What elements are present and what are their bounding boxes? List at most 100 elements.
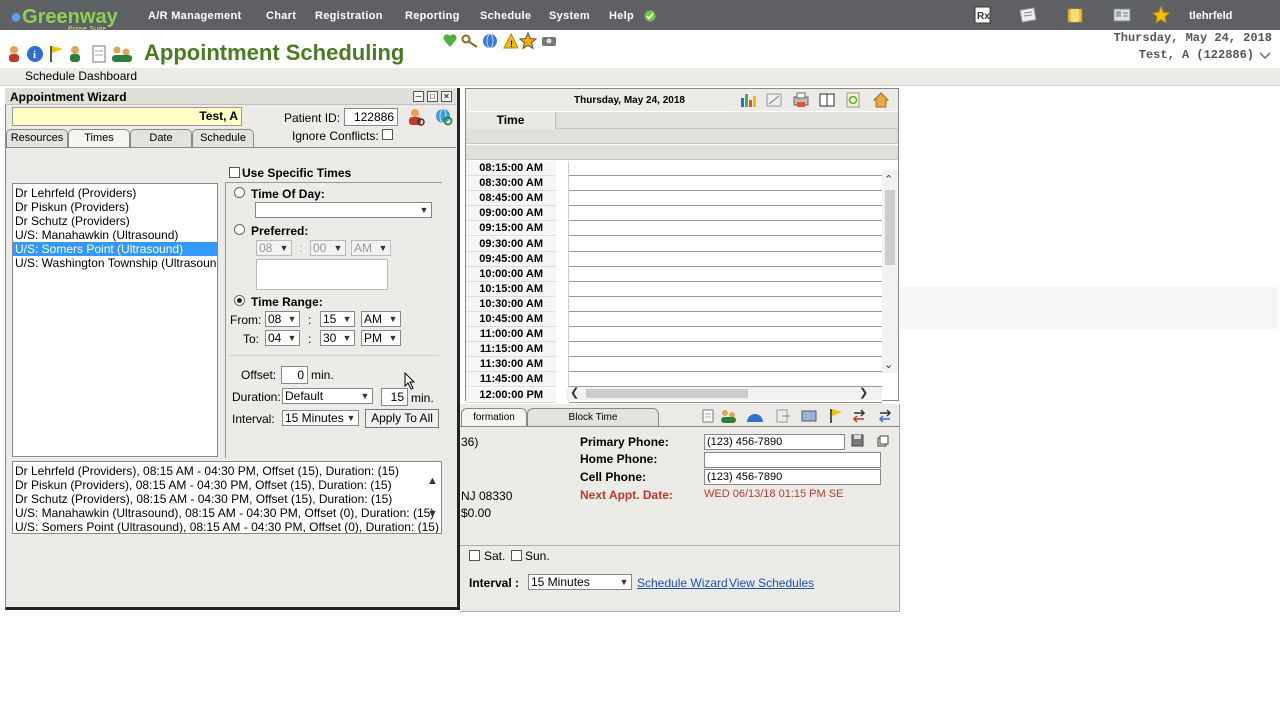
time-slot[interactable] xyxy=(569,191,882,206)
scroll-up-icon[interactable]: ⌃ xyxy=(884,173,893,186)
time-slot[interactable] xyxy=(569,312,882,327)
sunday-checkbox[interactable] xyxy=(511,550,522,561)
lower-interval-select[interactable]: 15 Minutes ▼ xyxy=(528,574,632,590)
menu-system[interactable]: System xyxy=(549,10,590,22)
help-check-icon[interactable] xyxy=(644,10,656,22)
from-hour-select[interactable]: 08 ▼ xyxy=(265,311,300,327)
popout-icon[interactable] xyxy=(877,435,889,447)
list-item[interactable]: Dr Piskun (Providers) xyxy=(15,200,129,214)
interval-select[interactable]: 15 Minutes ▼ xyxy=(282,410,359,426)
menu-help[interactable]: Help xyxy=(609,10,634,22)
menu-schedule[interactable]: Schedule xyxy=(480,10,531,22)
to-minute-select[interactable]: 30 ▼ xyxy=(320,330,355,346)
list-item-selected[interactable]: U/S: Somers Point (Ultrasound) xyxy=(13,242,217,256)
calendar-horizontal-thumb[interactable] xyxy=(586,389,748,398)
time-slot[interactable] xyxy=(569,327,882,342)
home-phone-field[interactable] xyxy=(704,452,881,468)
preferred-radio[interactable] xyxy=(234,224,245,235)
use-specific-times-checkbox[interactable] xyxy=(229,167,240,178)
menu-chart[interactable]: Chart xyxy=(266,10,296,22)
tab-date[interactable]: Date xyxy=(130,129,192,147)
preferred-hour-select[interactable]: 08 ▼ xyxy=(256,240,292,256)
time-of-day-select[interactable]: ▼ xyxy=(255,202,432,218)
greenway-logo[interactable]: ●Greenway xyxy=(10,6,118,28)
list-item[interactable]: U/S: Somers Point (Ultrasound), 08:15 AM… xyxy=(15,520,439,533)
time-slot[interactable] xyxy=(569,176,882,191)
ignore-conflicts-checkbox[interactable] xyxy=(382,129,393,140)
time-slot[interactable] xyxy=(569,221,882,236)
notes-icon[interactable] xyxy=(1019,6,1037,24)
schedule-dashboard-label[interactable]: Schedule Dashboard xyxy=(25,69,137,83)
resource-list[interactable]: Dr Lehrfeld (Providers) Dr Piskun (Provi… xyxy=(12,183,218,457)
time-slot[interactable] xyxy=(569,252,882,267)
list-item[interactable]: Dr Schutz (Providers) xyxy=(15,214,130,228)
view-schedules-link[interactable]: View Schedules xyxy=(729,576,814,590)
scroll-left-icon[interactable]: ❮ xyxy=(570,386,579,399)
time-slot[interactable] xyxy=(569,297,882,312)
balance-fragment: $0.00 xyxy=(461,506,492,520)
time-slot[interactable] xyxy=(569,161,882,176)
global-search-icon[interactable] xyxy=(434,107,454,127)
swap-arrows-icon xyxy=(852,409,866,423)
list-item[interactable]: U/S: Washington Township (Ultrasound) xyxy=(15,256,217,270)
patient-id-field[interactable]: 122886 xyxy=(344,108,398,126)
menu-registration[interactable]: Registration xyxy=(315,10,383,22)
time-slot[interactable] xyxy=(569,357,882,372)
scroll-down-icon[interactable]: ⌄ xyxy=(884,358,893,371)
duration-min-input[interactable]: 15 xyxy=(381,388,408,406)
time-slot[interactable] xyxy=(569,372,882,387)
favorites-star-icon[interactable] xyxy=(1152,6,1170,24)
to-ampm-select[interactable]: PM ▼ xyxy=(361,330,401,346)
time-slot[interactable] xyxy=(569,206,882,221)
close-button[interactable]: ✕ xyxy=(441,91,452,102)
preferred-minute-select[interactable]: 00 ▼ xyxy=(310,240,346,256)
patient-name-field[interactable]: Test, A xyxy=(12,107,242,126)
schedule-wizard-link[interactable]: Schedule Wizard xyxy=(637,576,728,590)
scroll-up-icon[interactable]: ▲ xyxy=(427,475,438,487)
time-of-day-radio[interactable] xyxy=(234,187,245,198)
cell-phone-field[interactable]: (123) 456-7890 xyxy=(704,469,881,485)
to-hour-select[interactable]: 04 ▼ xyxy=(265,330,300,346)
scroll-right-icon[interactable]: ❯ xyxy=(859,386,868,399)
maximize-button[interactable]: □ xyxy=(427,91,438,102)
id-card-icon[interactable] xyxy=(1113,6,1131,24)
saturday-checkbox[interactable] xyxy=(469,550,480,561)
list-item[interactable]: Dr Schutz (Providers), 08:15 AM - 04:30 … xyxy=(15,492,392,506)
time-range-radio[interactable] xyxy=(234,295,245,306)
header-patient[interactable]: Test, A (122886) xyxy=(1139,48,1254,62)
time-slot[interactable] xyxy=(569,282,882,297)
menu-ar-management[interactable]: A/R Management xyxy=(148,10,241,22)
from-ampm-select[interactable]: AM ▼ xyxy=(361,311,401,327)
rx-icon[interactable]: Rx xyxy=(974,6,992,24)
menu-reporting[interactable]: Reporting xyxy=(405,10,460,22)
list-item[interactable]: Dr Lehrfeld (Providers), 08:15 AM - 04:3… xyxy=(15,464,399,478)
list-item[interactable]: U/S: Manahawkin (Ultrasound) xyxy=(15,228,178,242)
schedule-summary-list[interactable]: Dr Lehrfeld (Providers), 08:15 AM - 04:3… xyxy=(12,461,442,534)
tab-block-time[interactable]: Block Time xyxy=(527,408,659,426)
scroll-down-icon[interactable]: ▼ xyxy=(427,508,438,520)
list-item[interactable]: Dr Lehrfeld (Providers) xyxy=(15,186,136,200)
time-slot[interactable] xyxy=(569,237,882,252)
from-minute-select[interactable]: 15 ▼ xyxy=(320,311,355,327)
tab-schedule[interactable]: Schedule xyxy=(192,129,254,147)
minimize-button[interactable]: ─ xyxy=(413,91,424,102)
save-icon[interactable] xyxy=(851,434,864,447)
calendar-vertical-thumb[interactable] xyxy=(885,190,895,265)
preferred-times-box[interactable] xyxy=(256,259,388,290)
chevron-down-icon[interactable] xyxy=(1259,52,1271,60)
offset-input[interactable]: 0 xyxy=(281,366,308,384)
list-item[interactable]: U/S: Manahawkin (Ultrasound), 08:15 AM -… xyxy=(15,506,434,520)
apply-to-all-button[interactable]: Apply To All xyxy=(365,409,439,428)
tab-times[interactable]: Times xyxy=(68,129,130,148)
duration-select[interactable]: Default ▼ xyxy=(282,388,373,404)
preferred-ampm-select[interactable]: AM ▼ xyxy=(351,240,391,256)
folder-icon[interactable] xyxy=(1066,6,1084,24)
time-slot[interactable] xyxy=(569,267,882,282)
time-slot[interactable] xyxy=(569,342,882,357)
username[interactable]: tlehrfeld xyxy=(1189,10,1232,22)
primary-phone-field[interactable]: (123) 456-7890 xyxy=(704,434,845,450)
tab-information[interactable]: formation xyxy=(461,408,527,426)
list-item[interactable]: Dr Piskun (Providers), 08:15 AM - 04:30 … xyxy=(15,478,392,492)
patient-search-icon[interactable] xyxy=(406,107,426,127)
tab-resources[interactable]: Resources xyxy=(6,129,68,147)
